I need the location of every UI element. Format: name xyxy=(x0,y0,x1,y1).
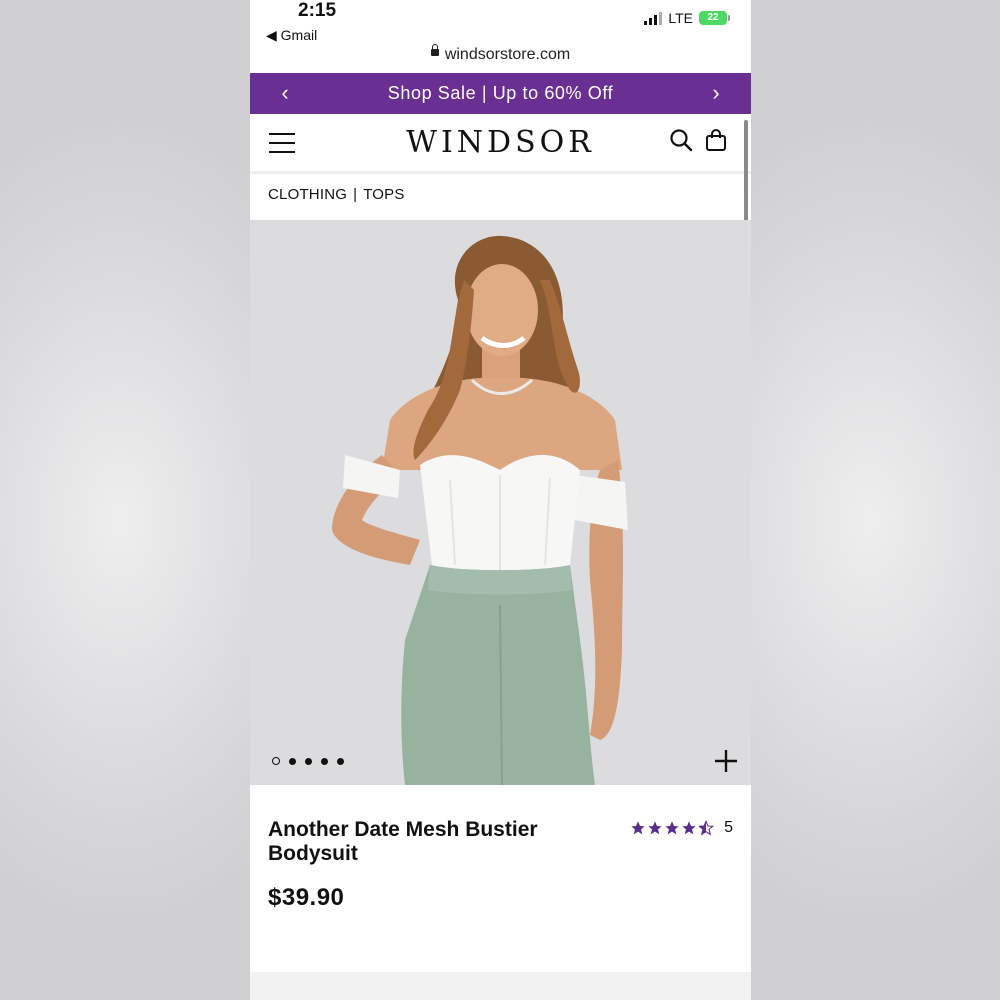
breadcrumb-separator: | xyxy=(353,186,358,203)
search-icon[interactable] xyxy=(669,128,693,152)
chevron-left-icon[interactable]: ‹ xyxy=(274,81,296,105)
promo-text[interactable]: Shop Sale | Up to 60% Off xyxy=(388,83,613,104)
url-text: windsorstore.com xyxy=(444,46,571,63)
status-time: 2:15 xyxy=(298,0,337,21)
star-rating xyxy=(630,820,715,836)
promo-banner[interactable]: ‹ Shop Sale | Up to 60% Off › xyxy=(250,73,751,114)
star-icon xyxy=(648,821,662,835)
gallery-pagination xyxy=(272,757,344,765)
network-type: LTE xyxy=(668,10,693,26)
chevron-right-icon[interactable]: › xyxy=(705,81,727,105)
model-photo xyxy=(250,220,751,785)
gallery-dot[interactable] xyxy=(289,757,296,765)
lock-icon xyxy=(430,44,439,57)
breadcrumb: CLOTHING | TOPS xyxy=(268,186,411,203)
star-icon xyxy=(682,821,696,835)
background-right xyxy=(750,0,1000,1000)
gallery-dot[interactable] xyxy=(272,757,280,765)
address-bar[interactable]: windsorstore.com xyxy=(250,44,751,64)
status-indicators: LTE 22 xyxy=(644,10,730,26)
breadcrumb-tops[interactable]: TOPS xyxy=(363,186,404,203)
half-star-icon xyxy=(698,820,715,836)
product-title: Another Date Mesh Bustier Bodysuit xyxy=(268,818,538,865)
gallery-dot[interactable] xyxy=(337,757,344,765)
site-header: WINDSOR xyxy=(250,114,751,174)
star-icon xyxy=(665,821,679,835)
back-to-app-link[interactable]: ◀ Gmail xyxy=(266,27,317,44)
plus-icon[interactable] xyxy=(713,748,739,774)
breadcrumb-clothing[interactable]: CLOTHING xyxy=(268,186,347,203)
shopping-bag-icon[interactable] xyxy=(705,128,727,152)
section-divider xyxy=(250,972,751,1000)
star-icon xyxy=(631,821,645,835)
gallery-dot[interactable] xyxy=(321,757,328,765)
signal-icon xyxy=(644,11,663,25)
product-image[interactable] xyxy=(250,220,751,785)
gallery-dot[interactable] xyxy=(305,757,312,765)
product-price: $39.90 xyxy=(268,884,345,911)
battery-icon: 22 xyxy=(699,11,730,25)
phone-screen: 2:15 ◀ Gmail LTE 22 windsorstore.com ‹ S… xyxy=(250,0,751,1000)
product-rating[interactable]: 5 xyxy=(630,819,733,837)
review-count[interactable]: 5 xyxy=(724,819,733,837)
